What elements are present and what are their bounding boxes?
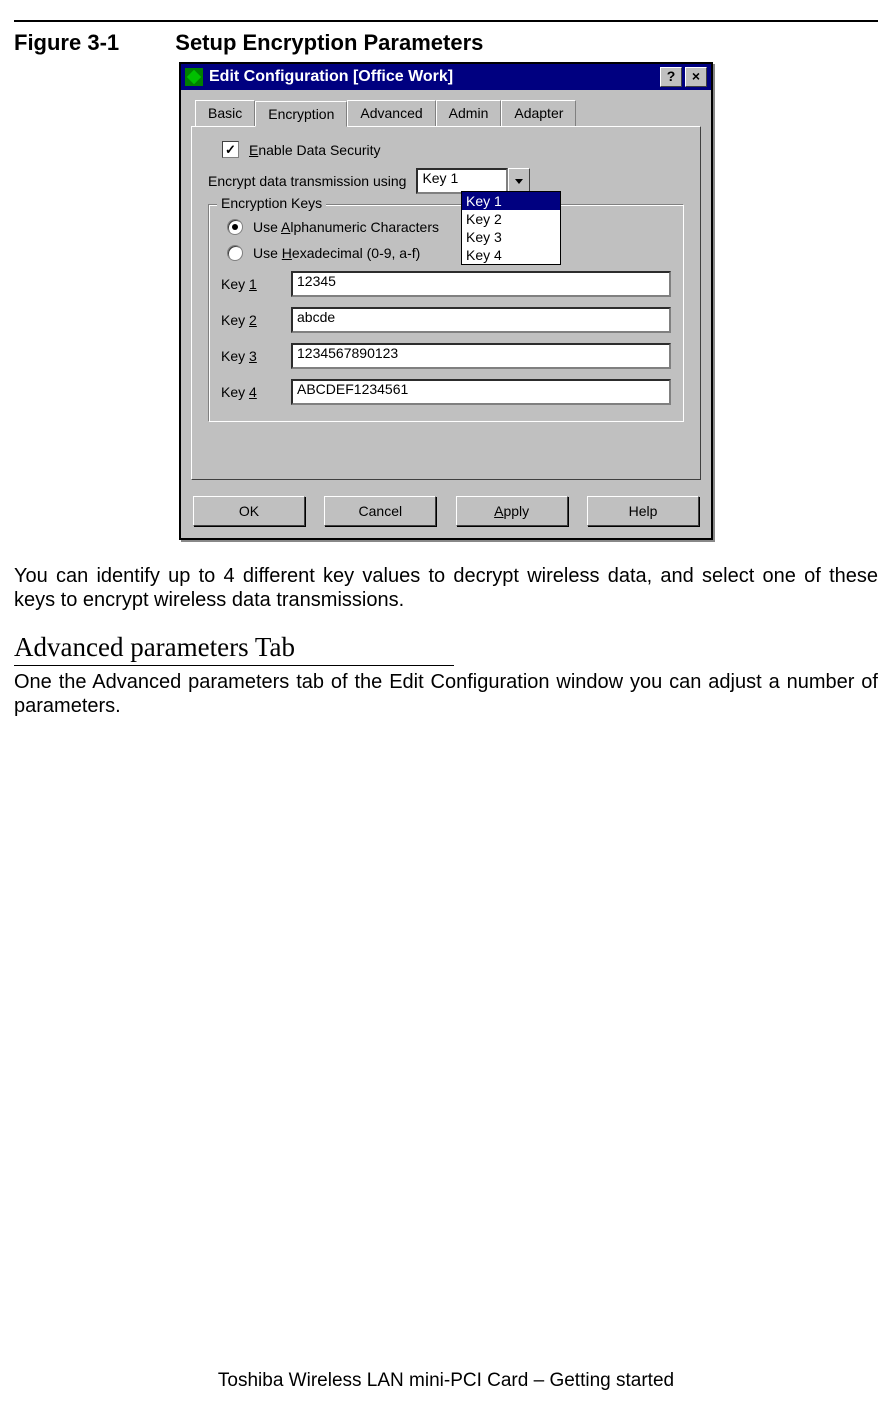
enable-security-label: Enable Data Security	[249, 142, 381, 158]
dropdown-option[interactable]: Key 3	[462, 228, 560, 246]
apply-button[interactable]: Apply	[456, 496, 568, 526]
key4-input[interactable]: ABCDEF1234561	[291, 379, 671, 405]
top-rule	[14, 20, 878, 22]
button-bar: OK Cancel Apply Help	[181, 490, 711, 538]
tab-basic[interactable]: Basic	[195, 100, 255, 126]
group-legend: Encryption Keys	[217, 195, 326, 211]
ok-button[interactable]: OK	[193, 496, 305, 526]
paragraph-2: One the Advanced parameters tab of the E…	[14, 670, 878, 718]
figure-caption: Figure 3-1 Setup Encryption Parameters	[14, 30, 878, 56]
radio-alphanumeric[interactable]	[227, 219, 243, 235]
tab-adapter[interactable]: Adapter	[501, 100, 576, 126]
enable-security-checkbox[interactable]: ✓	[222, 141, 239, 158]
dropdown-option[interactable]: Key 2	[462, 210, 560, 228]
tab-body: ✓ Enable Data Security Encrypt data tran…	[191, 126, 701, 480]
paragraph-1: You can identify up to 4 different key v…	[14, 564, 878, 612]
key4-label: Key 4	[221, 384, 291, 400]
radio-hexadecimal[interactable]	[227, 245, 243, 261]
page-footer: Toshiba Wireless LAN mini-PCI Card – Get…	[0, 1370, 892, 1392]
key3-label: Key 3	[221, 348, 291, 364]
edit-configuration-dialog: Edit Configuration [Office Work] ? × Bas…	[179, 62, 713, 540]
tab-admin[interactable]: Admin	[436, 100, 502, 126]
key1-input[interactable]: 12345	[291, 271, 671, 297]
close-button[interactable]: ×	[685, 67, 707, 87]
radio-alphanumeric-label: Use Alphanumeric Characters	[253, 219, 439, 235]
chevron-down-icon	[514, 176, 524, 186]
figure-number: Figure 3-1	[14, 30, 119, 55]
key1-label: Key 1	[221, 276, 291, 292]
app-icon	[185, 68, 203, 86]
key2-input[interactable]: abcde	[291, 307, 671, 333]
dropdown-option[interactable]: Key 1	[462, 192, 560, 210]
section-underline	[14, 665, 454, 666]
figure-title: Setup Encryption Parameters	[175, 30, 483, 55]
dropdown-option[interactable]: Key 4	[462, 246, 560, 264]
radio-hexadecimal-label: Use Hexadecimal (0-9, a-f)	[253, 245, 420, 261]
tabstrip: Basic Encryption Advanced Admin Adapter	[195, 100, 701, 126]
titlebar: Edit Configuration [Office Work] ? ×	[181, 64, 711, 90]
encrypt-using-label: Encrypt data transmission using	[208, 173, 406, 189]
help-button-bottom[interactable]: Help	[587, 496, 699, 526]
tab-encryption[interactable]: Encryption	[255, 101, 347, 127]
tab-advanced[interactable]: Advanced	[347, 100, 435, 126]
cancel-button[interactable]: Cancel	[324, 496, 436, 526]
key2-label: Key 2	[221, 312, 291, 328]
key3-input[interactable]: 1234567890123	[291, 343, 671, 369]
key-dropdown-list[interactable]: Key 1 Key 2 Key 3 Key 4	[461, 191, 561, 265]
window-title: Edit Configuration [Office Work]	[209, 68, 453, 86]
encryption-keys-group: Encryption Keys Use Alphanumeric Charact…	[208, 204, 684, 422]
section-title: Advanced parameters Tab	[14, 632, 878, 663]
help-button[interactable]: ?	[660, 67, 682, 87]
